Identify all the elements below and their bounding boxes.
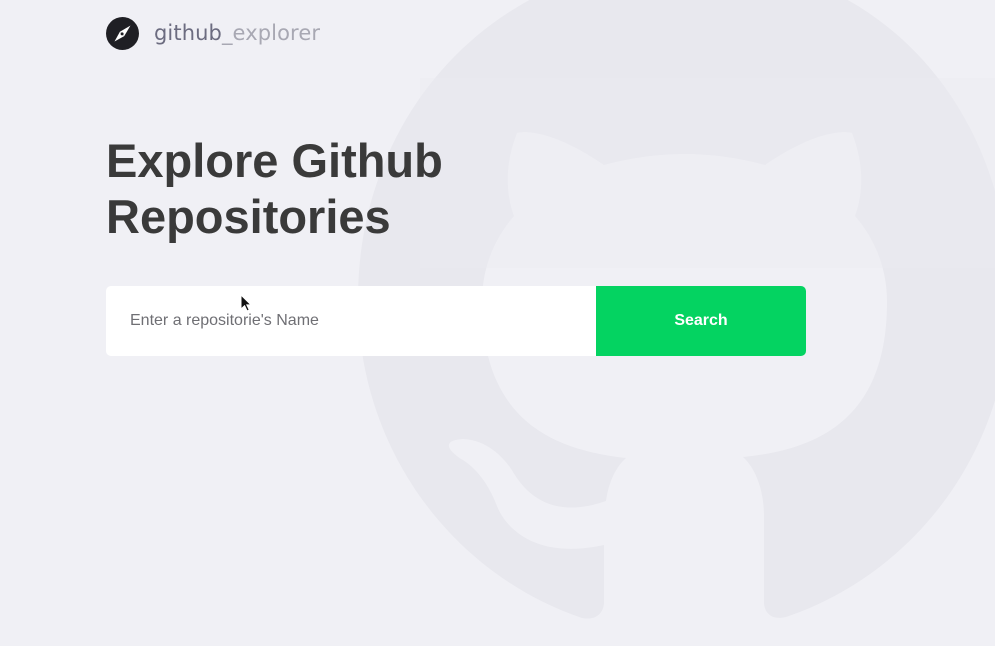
compass-icon[interactable]	[106, 17, 139, 50]
repository-search-input[interactable]	[106, 286, 596, 356]
brand-primary: github	[154, 21, 222, 45]
brand-secondary: _explorer	[221, 21, 321, 45]
repository-search-form: Search	[106, 286, 806, 356]
app-header: github_explorer	[106, 17, 320, 50]
page-title: Explore Github Repositories	[106, 134, 443, 243]
search-button[interactable]: Search	[596, 286, 806, 356]
brand-name: github_explorer	[154, 17, 320, 50]
